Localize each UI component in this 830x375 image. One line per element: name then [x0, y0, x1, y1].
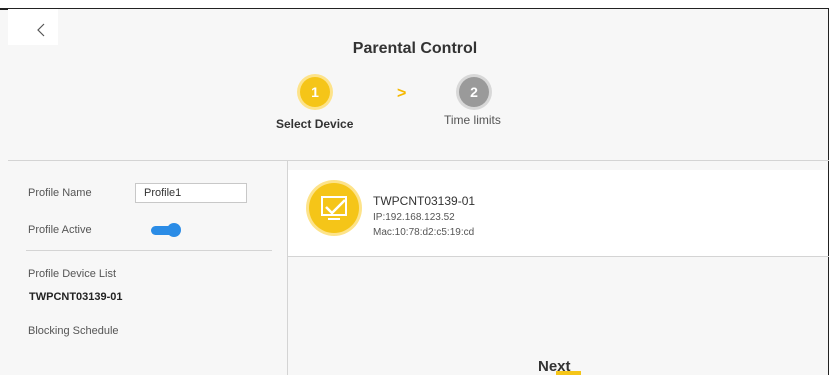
profile-section-divider: [26, 250, 272, 251]
profile-active-toggle[interactable]: [151, 223, 181, 237]
monitor-check-icon[interactable]: [309, 183, 359, 233]
device-name: TWPCNT03139-01: [373, 194, 476, 208]
device-card-divider: [288, 256, 829, 257]
device-mac: Mac:10:78:d2:c5:19:cd: [373, 227, 475, 238]
profile-device-list-value: TWPCNT03139-01: [29, 291, 123, 303]
device-card[interactable]: [288, 170, 828, 256]
header-divider: [8, 160, 829, 161]
next-button-underline: [556, 371, 581, 375]
toggle-knob: [167, 223, 181, 237]
profile-name-input[interactable]: [135, 183, 247, 203]
step-separator-icon: >: [397, 85, 407, 102]
page-title: Parental Control: [352, 40, 478, 57]
step-2-label: Time limits: [444, 113, 501, 127]
blocking-schedule-label[interactable]: Blocking Schedule: [28, 325, 119, 337]
profile-active-label: Profile Active: [28, 224, 92, 236]
frame-border-cap: [0, 8, 8, 10]
step-1-indicator: 1: [300, 77, 330, 107]
step-1-label: Select Device: [276, 117, 354, 131]
device-ip: IP:192.168.123.52: [373, 212, 455, 223]
profile-name-label: Profile Name: [28, 187, 92, 199]
profile-device-list-label: Profile Device List: [28, 268, 117, 280]
step-2-indicator: 2: [459, 77, 489, 107]
chevron-left-icon[interactable]: [36, 23, 46, 37]
